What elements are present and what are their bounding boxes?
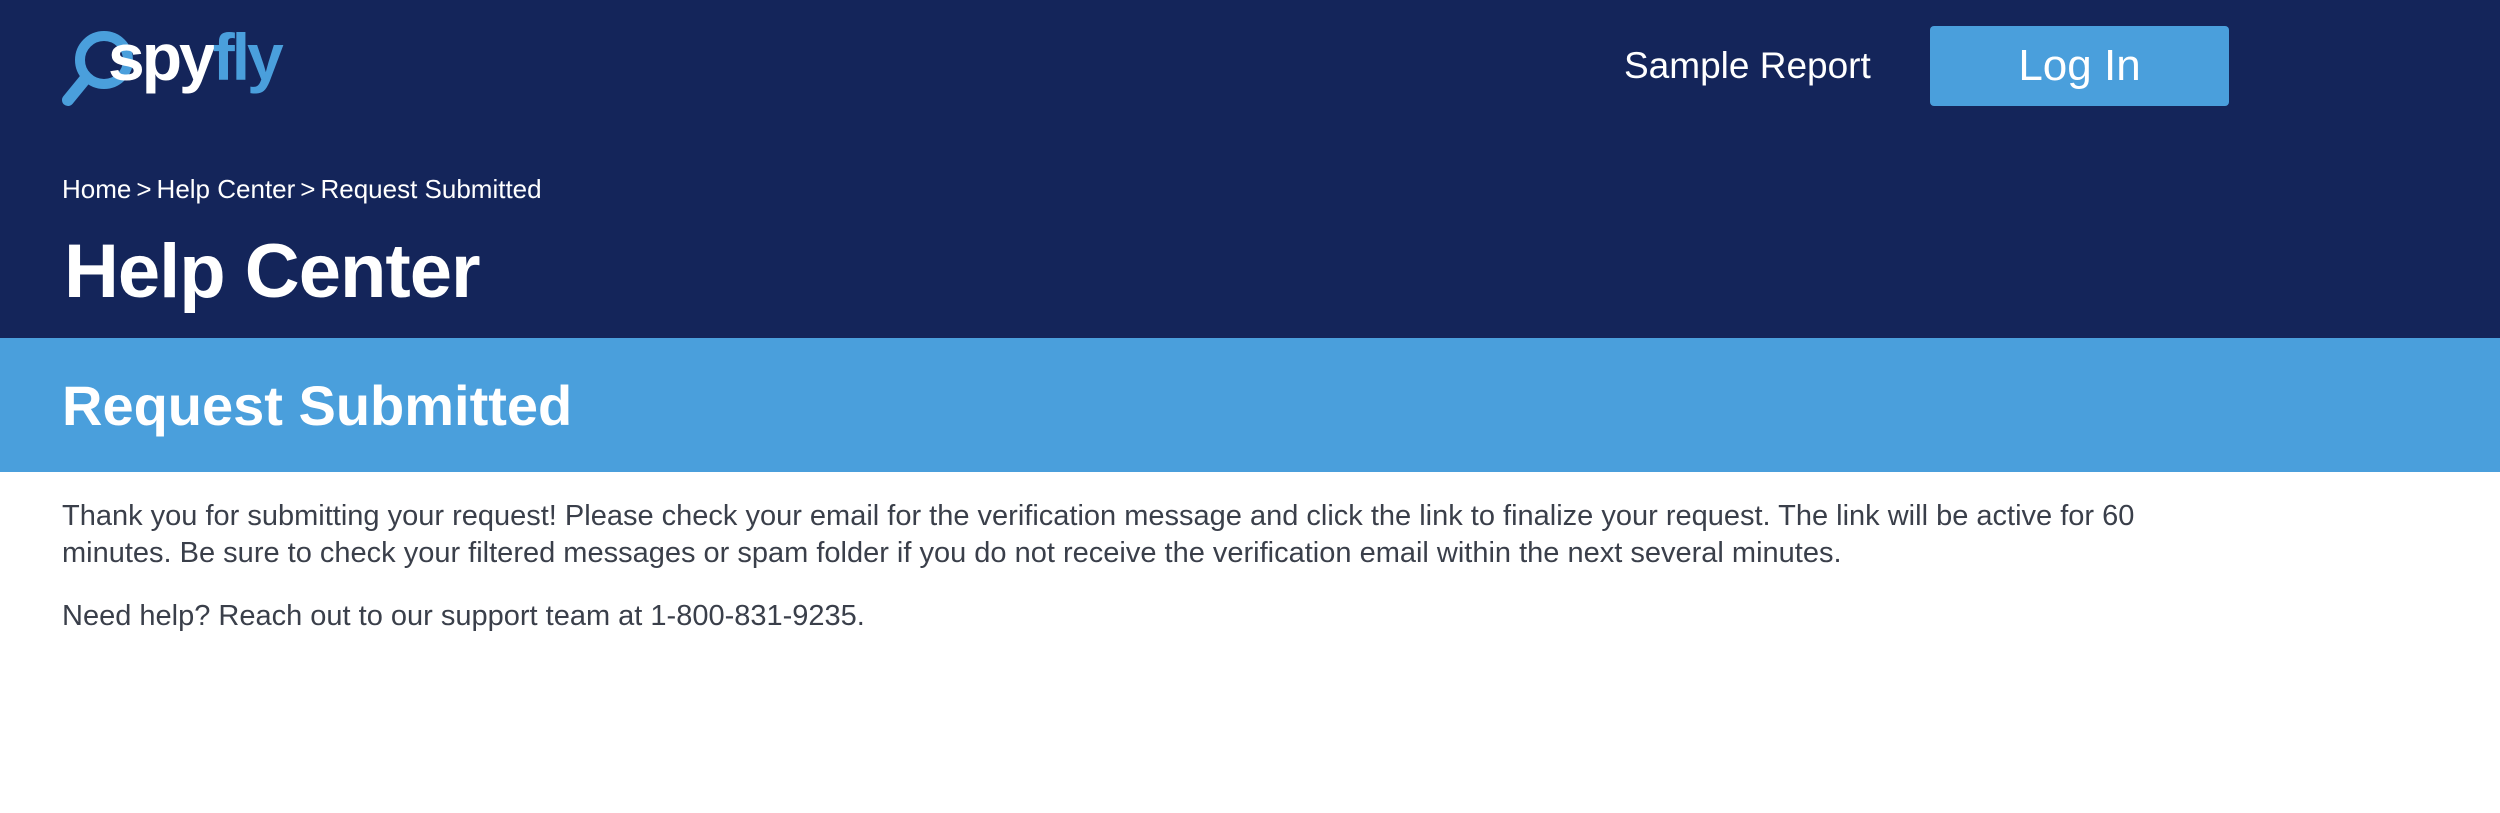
breadcrumb-home[interactable]: Home [62,174,131,204]
breadcrumb-separator: > [300,174,316,204]
section-banner: Request Submitted [0,338,2500,472]
breadcrumb-separator: > [136,174,152,204]
breadcrumb: Home > Help Center > Request Submitted [62,172,542,206]
confirmation-message: Thank you for submitting your request! P… [62,500,2135,569]
sample-report-link[interactable]: Sample Report [1624,42,1871,90]
logo-text-fly: fly [212,20,284,94]
section-title: Request Submitted [62,374,573,437]
support-message: Need help? Reach out to our support team… [62,600,865,632]
page-title: Help Center [64,229,481,314]
logo-wordmark: spyfly [108,24,284,90]
breadcrumb-current: Request Submitted [320,174,542,204]
breadcrumb-help-center[interactable]: Help Center [157,174,296,204]
login-button[interactable]: Log In [1930,26,2229,106]
logo-text-spy: spy [108,20,216,94]
site-header: spyfly Sample Report Log In Home > Help Ce… [0,0,2500,338]
spyfly-logo[interactable]: spyfly [58,22,288,112]
main-content: Thank you for submitting your request! P… [62,498,2172,661]
